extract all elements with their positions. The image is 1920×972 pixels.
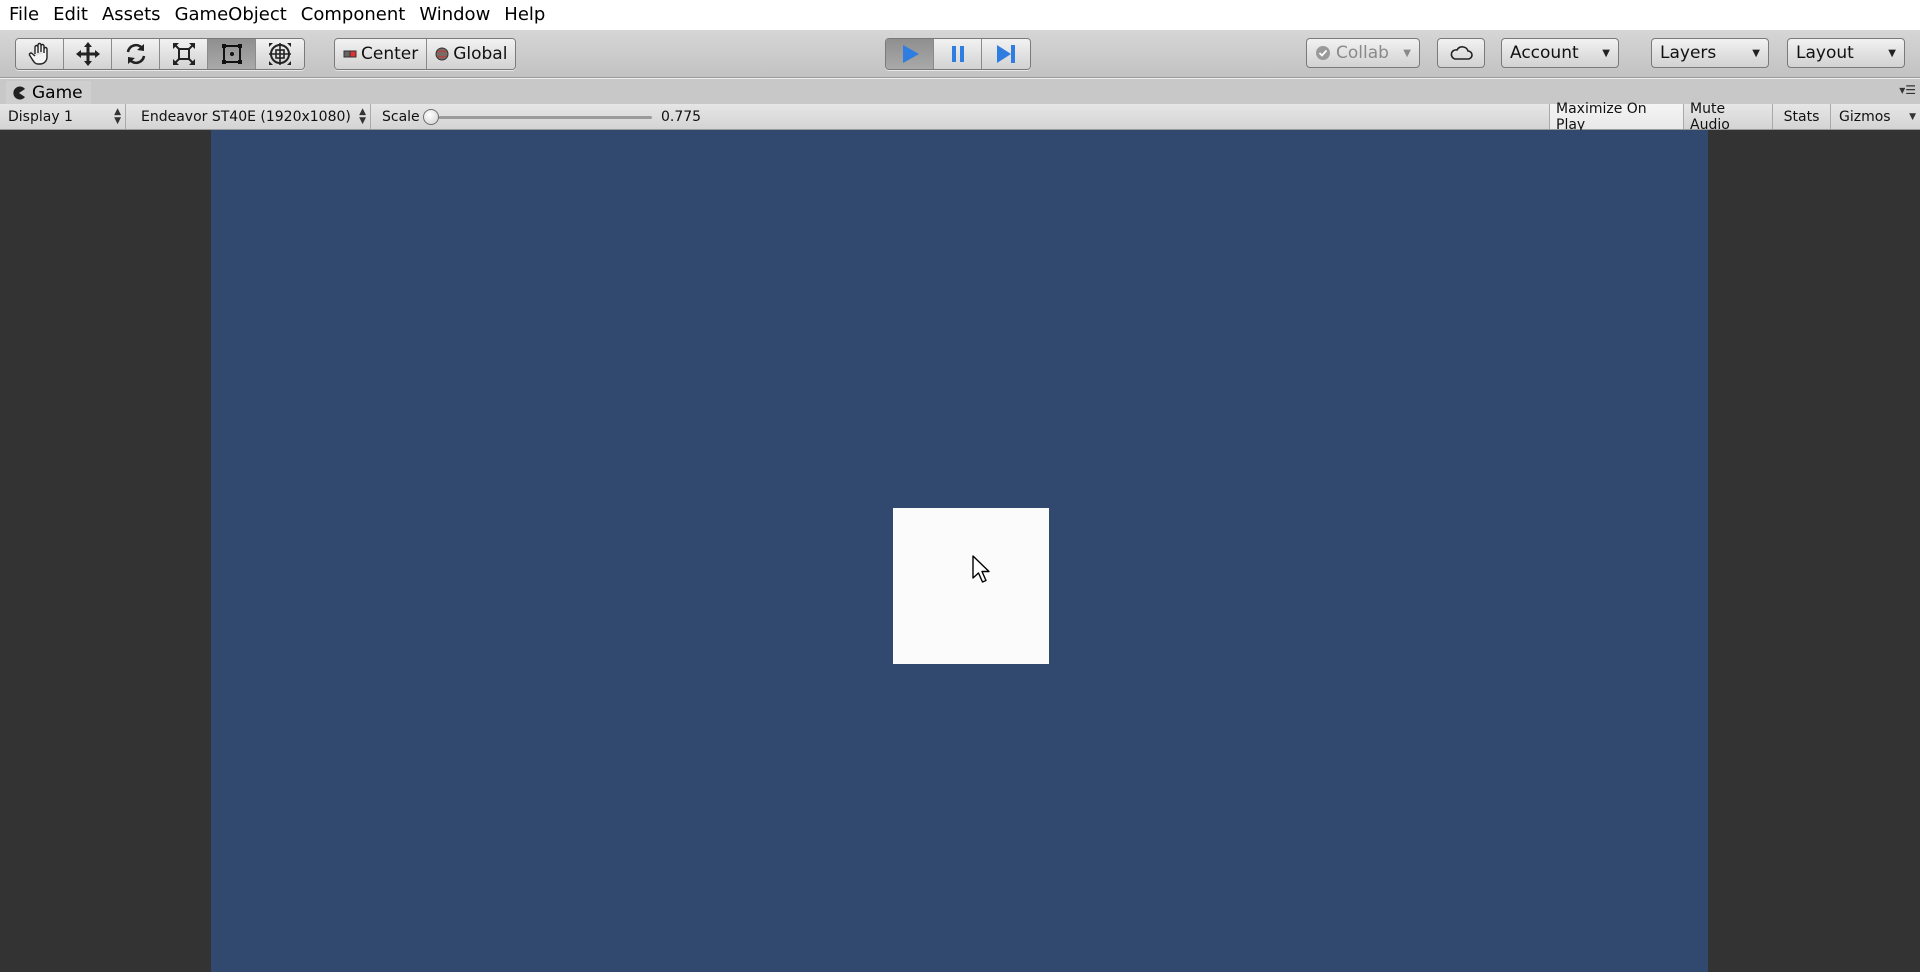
transform-tool-icon	[269, 43, 291, 65]
game-view-controls: Display 1 ▲ ▼ Endeavor ST40E (1920x1080) …	[0, 101, 1920, 133]
layers-label: Layers	[1660, 43, 1717, 63]
hand-icon	[28, 42, 48, 65]
scale-slider-track[interactable]	[432, 116, 652, 119]
play-icon	[902, 45, 919, 63]
cloud-icon	[1450, 46, 1473, 60]
pivot-center-label: Center	[361, 44, 419, 64]
chevron-down-icon: ▼	[1403, 47, 1411, 59]
account-label: Account	[1510, 43, 1579, 63]
menu-window[interactable]: Window	[412, 0, 497, 30]
check-circle-icon	[1316, 46, 1330, 60]
main-toolbar: Center Global Collab ▼ Account ▼ Layers …	[0, 30, 1920, 78]
pivot-toggles: Center Global	[334, 38, 517, 70]
resolution-label: Endeavor ST40E (1920x1080)	[141, 108, 351, 125]
menu-edit[interactable]: Edit	[46, 0, 95, 30]
menu-gameobject[interactable]: GameObject	[168, 0, 294, 30]
step-icon	[997, 45, 1015, 63]
white-square-sprite	[893, 508, 1049, 664]
menu-component[interactable]: Component	[294, 0, 413, 30]
mouse-cursor-icon	[972, 555, 990, 583]
step-button[interactable]	[982, 39, 1030, 69]
transform-tool-button[interactable]	[256, 39, 304, 69]
globe-icon	[435, 47, 449, 61]
letterbox-right	[1708, 130, 1920, 972]
rect-tool-icon	[221, 44, 242, 64]
pivot-center-icon	[343, 50, 357, 58]
collab-dropdown[interactable]: Collab ▼	[1306, 38, 1420, 68]
scale-icon	[172, 43, 195, 65]
scale-tool-button[interactable]	[160, 39, 208, 69]
play-button[interactable]	[886, 39, 934, 69]
transform-tools	[15, 38, 305, 70]
game-viewport[interactable]	[0, 130, 1920, 972]
chevron-down-icon: ▼	[1752, 47, 1760, 59]
pivot-center-button[interactable]: Center	[335, 39, 428, 69]
menu-file[interactable]: File	[2, 0, 46, 30]
collab-label: Collab	[1336, 43, 1389, 63]
cloud-button[interactable]	[1437, 38, 1485, 68]
layout-dropdown[interactable]: Layout ▼	[1787, 38, 1905, 68]
pivot-global-label: Global	[453, 44, 508, 64]
playback-controls	[885, 38, 1031, 70]
move-tool-button[interactable]	[64, 39, 112, 69]
menu-help[interactable]: Help	[497, 0, 552, 30]
chevron-down-icon: ▼	[1888, 47, 1896, 59]
menu-bar: File Edit Assets GameObject Component Wi…	[0, 0, 1920, 30]
game-screen[interactable]	[211, 130, 1708, 972]
mute-audio-label: Mute Audio	[1690, 100, 1730, 133]
stats-label: Stats	[1783, 108, 1820, 125]
maximize-on-play-toggle[interactable]: Maximize On Play	[1549, 101, 1683, 133]
tab-game[interactable]: Game	[6, 81, 91, 104]
menu-assets[interactable]: Assets	[95, 0, 168, 30]
display-label: Display 1	[8, 108, 73, 125]
pivot-global-button[interactable]: Global	[427, 39, 516, 69]
resolution-dropdown[interactable]: Endeavor ST40E (1920x1080) ▲ ▼	[133, 104, 371, 129]
scale-slider-thumb[interactable]	[423, 109, 439, 125]
pause-icon	[951, 46, 964, 62]
chevron-down-icon: ▼	[1909, 111, 1916, 122]
maximize-on-play-label: Maximize On Play	[1556, 100, 1647, 133]
letterbox-left	[0, 130, 211, 972]
move-icon	[75, 42, 100, 66]
layout-label: Layout	[1796, 43, 1854, 63]
tab-options-icon[interactable]: ▾☰	[1899, 83, 1916, 97]
scale-value: 0.775	[661, 109, 702, 125]
account-dropdown[interactable]: Account ▼	[1501, 38, 1619, 68]
stats-toggle[interactable]: Stats	[1772, 104, 1830, 129]
updown-arrows-icon: ▲ ▼	[114, 106, 121, 126]
tab-game-label: Game	[32, 82, 83, 103]
updown-arrows-icon: ▲ ▼	[359, 106, 366, 126]
gizmos-label: Gizmos	[1839, 108, 1891, 125]
chevron-down-icon: ▼	[1602, 47, 1610, 59]
layers-dropdown[interactable]: Layers ▼	[1651, 38, 1769, 68]
pause-button[interactable]	[934, 39, 982, 69]
hand-tool-button[interactable]	[16, 39, 64, 69]
gizmos-dropdown[interactable]: Gizmos ▼	[1830, 104, 1920, 129]
mute-audio-toggle[interactable]: Mute Audio	[1683, 101, 1772, 133]
rotate-icon	[126, 43, 145, 65]
pacman-icon	[13, 86, 25, 99]
display-dropdown[interactable]: Display 1 ▲ ▼	[0, 104, 126, 129]
rect-tool-button[interactable]	[208, 39, 256, 69]
rotate-tool-button[interactable]	[112, 39, 160, 69]
scale-label: Scale	[382, 109, 420, 125]
